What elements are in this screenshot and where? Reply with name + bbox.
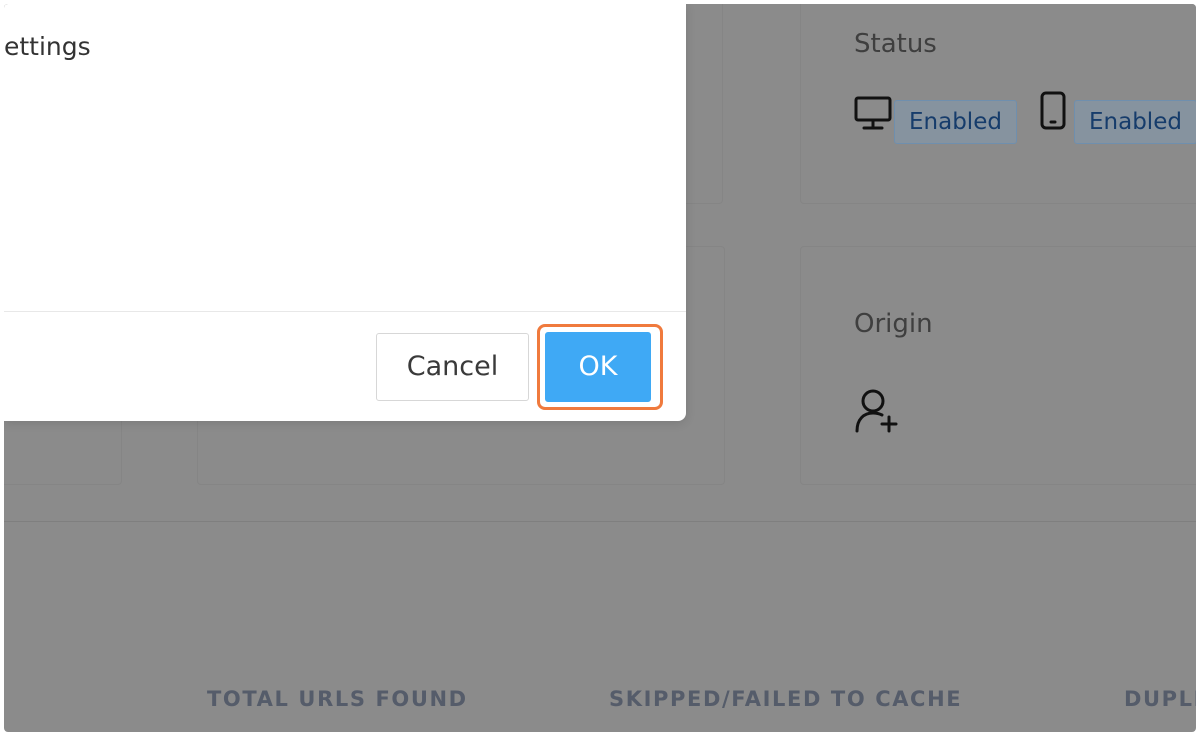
desktop-icon [854, 96, 892, 136]
origin-card-title: Origin [854, 309, 933, 339]
mobile-status-badge: Enabled [1074, 100, 1196, 144]
dialog-title: ettings [4, 32, 91, 61]
ok-button[interactable]: OK [545, 332, 651, 402]
desktop-status-badge: Enabled [894, 100, 1017, 144]
user-plus-icon [854, 387, 900, 437]
status-card-title: Status [854, 29, 937, 59]
section-divider [4, 521, 1196, 522]
status-card: Status Enabled Enabled [800, 4, 1196, 204]
settings-dialog: ettings Cancel OK [4, 4, 686, 421]
cancel-button[interactable]: Cancel [376, 333, 529, 401]
mobile-icon [1040, 91, 1066, 135]
app-window: Status Enabled Enabled Origin TOTAL URLS… [4, 4, 1196, 732]
dialog-footer-divider [4, 311, 686, 312]
stat-skipped-label: SKIPPED/FAILED TO CACHE [609, 687, 963, 711]
stat-duplicates-label: DUPLI [1124, 687, 1196, 711]
origin-card: Origin [800, 246, 1196, 485]
stat-total-urls-label: TOTAL URLS FOUND [207, 687, 468, 711]
